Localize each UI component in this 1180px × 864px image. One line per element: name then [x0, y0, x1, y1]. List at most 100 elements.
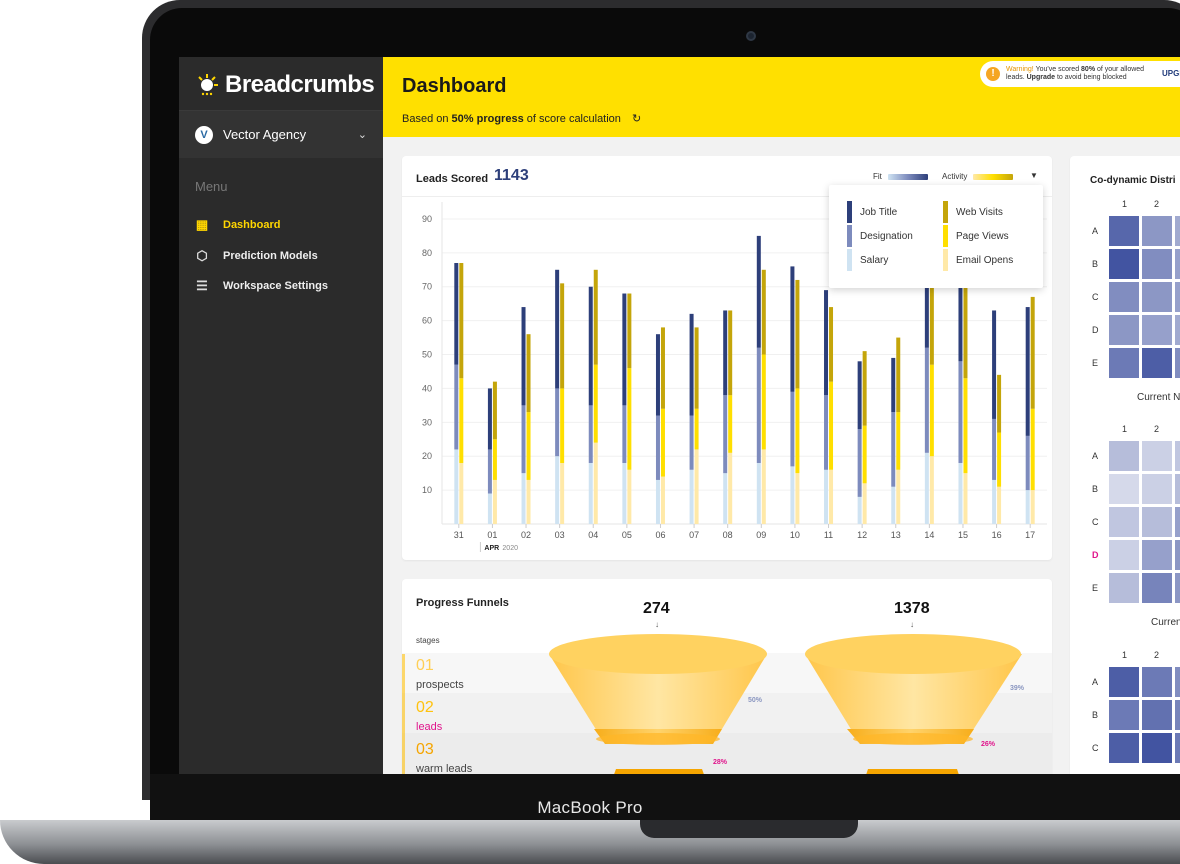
bar-activity-page-views: [459, 378, 464, 463]
stages-label: stages: [416, 636, 440, 645]
upgrade-button[interactable]: UPGR: [1162, 69, 1180, 78]
warning-upgrade-link[interactable]: Upgrade: [1027, 74, 1055, 81]
breadcrumbs-logo-icon: [198, 74, 218, 96]
legend-fit: Fit: [873, 172, 928, 181]
x-tick-label: 13: [891, 530, 901, 540]
x-tick-label: 07: [689, 530, 699, 540]
warning-label: Warning!: [1006, 66, 1034, 73]
sidebar-item-label: Dashboard: [223, 219, 281, 231]
heatmap-cell: [1141, 314, 1173, 346]
legend-dropdown-caret-icon[interactable]: ▼: [1030, 171, 1038, 180]
bar-activity-page-views: [997, 432, 1002, 487]
heatmap-cell: [1141, 347, 1173, 379]
legend-item-designation[interactable]: Designation: [847, 225, 913, 247]
legend-item-job-title[interactable]: Job Title: [847, 201, 897, 223]
sidebar-item-dashboard[interactable]: ▦ Dashboard: [195, 215, 281, 235]
stage-leads[interactable]: 02 leads: [402, 696, 552, 738]
x-year-label: 2020: [502, 545, 518, 552]
laptop-base: [0, 820, 1180, 864]
bar-fit-job-title: [723, 310, 728, 396]
heatmap-cell: [1108, 473, 1140, 505]
bar-fit-job-title: [487, 388, 492, 450]
bar-fit-salary: [958, 462, 963, 524]
bar-fit-designation: [924, 347, 929, 453]
heatmap-col-label: 1: [1122, 650, 1128, 660]
heatmap-row-label: D: [1092, 550, 1099, 560]
x-tick-label: 09: [756, 530, 766, 540]
x-tick-label: 31: [454, 530, 464, 540]
grid-icon: ▦: [195, 217, 209, 232]
bar-activity-email-opens: [929, 456, 934, 524]
heatmap-cell: [1141, 248, 1173, 280]
stage-name: warm leads: [416, 763, 473, 774]
funnel-1-ring: [596, 733, 720, 745]
bar-activity-web-visits: [728, 310, 733, 396]
bar-fit-salary: [487, 493, 492, 524]
bar-fit-salary: [924, 452, 929, 524]
stage-name: prospects: [416, 679, 464, 691]
sidebar-item-prediction-models[interactable]: ⬡ Prediction Models: [195, 246, 318, 266]
x-tick-label: 17: [1025, 530, 1035, 540]
heatmap-cell: [1174, 440, 1180, 472]
bar-activity-email-opens: [829, 469, 834, 524]
org-switcher[interactable]: V Vector Agency ⌄: [179, 110, 383, 158]
heatmap-row-label: A: [1092, 677, 1099, 687]
heatmap-cell: [1108, 215, 1140, 247]
sidebar-item-workspace-settings[interactable]: ☰ Workspace Settings: [195, 276, 328, 296]
x-tick-label: 03: [555, 530, 565, 540]
bar-activity-web-visits: [560, 283, 565, 389]
bar-fit-salary: [588, 462, 593, 524]
bar-fit-designation: [824, 395, 829, 470]
leads-scored-count: 1143: [494, 167, 529, 184]
bar-activity-email-opens: [694, 449, 699, 524]
bar-activity-email-opens: [761, 449, 766, 524]
legend-item-page-views[interactable]: Page Views: [943, 225, 1009, 247]
heatmap-caption: Curren: [1151, 617, 1180, 628]
stage-bar: [402, 696, 405, 738]
stage-prospects[interactable]: 01 prospects: [402, 654, 552, 696]
heatmap-cell: [1174, 281, 1180, 313]
warning-text: Warning! You've scored 80% of your allow…: [1006, 66, 1144, 82]
swatch: [943, 225, 948, 247]
bar-fit-salary: [756, 462, 761, 524]
bar-activity-email-opens: [492, 479, 497, 524]
heatmap-row-label: A: [1092, 451, 1099, 461]
y-tick-label: 90: [422, 214, 432, 224]
sub-bold: 50% progress: [451, 113, 524, 125]
heatmap-cell: [1108, 539, 1140, 571]
heatmap-row-label: E: [1092, 583, 1099, 593]
x-tick-label: 02: [521, 530, 531, 540]
funnel-2-ring: [853, 733, 973, 745]
refresh-icon[interactable]: ↻: [632, 113, 641, 125]
sub-suffix: of score calculation: [523, 113, 621, 125]
bar-activity-page-views: [1030, 408, 1035, 491]
heatmap-row-label: B: [1092, 259, 1099, 269]
bar-activity-web-visits: [829, 307, 834, 382]
legend-item-salary[interactable]: Salary: [847, 249, 888, 271]
laptop-notch: [640, 820, 858, 838]
x-tick-label: 15: [958, 530, 968, 540]
bar-fit-job-title: [689, 313, 694, 416]
sidebar-item-label: Prediction Models: [223, 250, 318, 262]
sub-prefix: Based on: [402, 113, 452, 125]
bar-fit-job-title: [790, 266, 795, 392]
legend-item-email-opens[interactable]: Email Opens: [943, 249, 1013, 271]
stage-warm-leads[interactable]: 03 warm leads: [402, 738, 552, 774]
heatmap-col-label: 1: [1122, 199, 1128, 209]
bar-fit-salary: [1025, 490, 1030, 524]
bar-activity-page-views: [694, 408, 699, 450]
heatmap-cell: [1174, 248, 1180, 280]
brand[interactable]: Breadcrumbs: [195, 69, 375, 101]
legend-item-web-visits[interactable]: Web Visits: [943, 201, 1003, 223]
heatmap-cell: [1141, 215, 1173, 247]
heatmap-cell: [1141, 572, 1173, 604]
swatch: [847, 225, 852, 247]
device-label: MacBook Pro: [537, 798, 643, 817]
y-tick-label: 60: [422, 316, 432, 326]
bar-fit-salary: [790, 466, 795, 524]
funnel-2-total: 1378: [894, 600, 930, 617]
heatmap-cell: [1141, 506, 1173, 538]
page-title: Dashboard: [402, 75, 507, 97]
funnel-2-top: [805, 634, 1021, 674]
funnel-1-pct-b: 28%: [713, 759, 728, 766]
